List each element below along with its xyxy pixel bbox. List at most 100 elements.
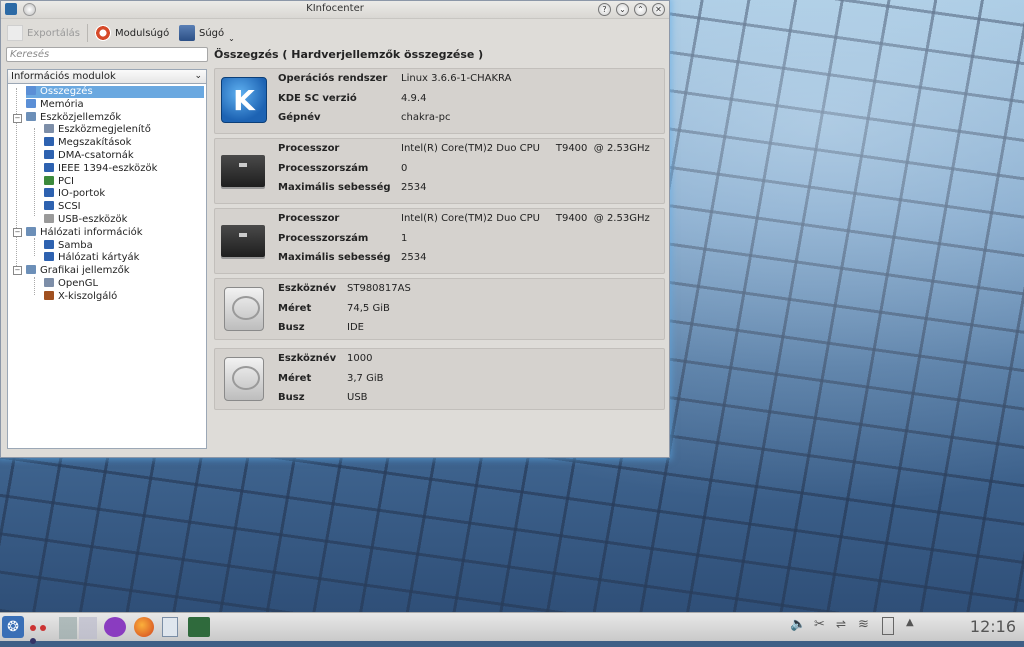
tree-item-label: Samba bbox=[58, 239, 93, 251]
tree-item-label: Összegzés bbox=[40, 86, 93, 97]
module-icon bbox=[44, 252, 54, 262]
volume-icon[interactable]: 🔈 bbox=[790, 617, 806, 635]
tree-item[interactable]: X-kiszolgáló bbox=[44, 290, 118, 303]
module-icon bbox=[44, 137, 54, 147]
info-label: Méret bbox=[278, 302, 312, 314]
activity-switcher-icon[interactable] bbox=[30, 621, 54, 644]
help-book-icon bbox=[179, 25, 195, 41]
chat-icon[interactable] bbox=[104, 617, 126, 637]
info-label: Processzorszám bbox=[278, 162, 369, 174]
info-label: Méret bbox=[278, 372, 312, 384]
module-icon bbox=[26, 265, 36, 275]
kinfocenter-window: KInfocenter ? ⌄ ⌃ ✕ Exportálás Modulsúgó… bbox=[0, 0, 670, 458]
info-label: Eszköznév bbox=[278, 353, 337, 364]
info-value: 1000 bbox=[347, 353, 373, 364]
close-button[interactable]: ✕ bbox=[652, 3, 665, 16]
tree-item[interactable]: USB-eszközök bbox=[44, 214, 127, 226]
tree-item[interactable]: IEEE 1394-eszközök bbox=[44, 162, 157, 175]
tree-item[interactable]: SCSI bbox=[44, 201, 81, 213]
show-hidden-icons-icon[interactable]: ▲ bbox=[906, 617, 918, 635]
module-help-label: Modulsúgó bbox=[115, 27, 170, 39]
toolbar: Exportálás Modulsúgó Súgó ⌄ bbox=[1, 19, 669, 47]
pager-icon[interactable] bbox=[59, 617, 97, 639]
collapse-toggle-icon[interactable]: − bbox=[13, 266, 22, 275]
module-icon bbox=[44, 290, 54, 300]
search-input[interactable]: Keresés bbox=[6, 47, 208, 62]
tree-item-label: Eszközjellemzők bbox=[40, 111, 122, 123]
tree-item[interactable]: Samba bbox=[44, 239, 93, 252]
lifebuoy-icon bbox=[95, 25, 111, 41]
info-label: Eszköznév bbox=[278, 283, 337, 294]
kinfocenter-task-icon[interactable] bbox=[188, 617, 210, 637]
module-help-button[interactable]: Modulsúgó bbox=[95, 23, 169, 43]
chevron-down-icon: ⌄ bbox=[194, 71, 202, 81]
title-bar[interactable]: KInfocenter ? ⌄ ⌃ ✕ bbox=[1, 1, 669, 19]
module-icon bbox=[44, 188, 54, 198]
wifi-icon[interactable]: ≋ bbox=[858, 617, 876, 635]
tree-item-label: Eszközmegjelenítő bbox=[58, 124, 151, 136]
tree-guide-line bbox=[34, 238, 35, 256]
firefox-icon[interactable] bbox=[134, 617, 154, 637]
module-icon bbox=[44, 175, 54, 185]
taskbar: ❂ 🔈 ✂ ⇌ ≋ ▲ 12:16 bbox=[0, 612, 1024, 644]
help-window-button[interactable]: ? bbox=[598, 3, 611, 16]
tree-item[interactable]: OpenGL bbox=[44, 278, 98, 290]
tree-guide-line bbox=[34, 128, 35, 216]
cpu-chip-icon bbox=[221, 217, 267, 263]
usb-device-icon[interactable]: ⇌ bbox=[836, 617, 854, 635]
tree-item[interactable]: IO-portok bbox=[44, 188, 105, 200]
file-manager-icon[interactable] bbox=[162, 617, 178, 637]
tree-item-label: SCSI bbox=[58, 201, 81, 213]
collapse-toggle-icon[interactable]: − bbox=[13, 228, 22, 237]
tree-item[interactable]: Hálózati kártyák bbox=[44, 252, 139, 264]
tree-item[interactable]: Hálózati információk bbox=[26, 226, 143, 239]
minimize-button[interactable]: ⌄ bbox=[616, 3, 629, 16]
tree-item[interactable]: Memória bbox=[26, 98, 84, 111]
export-button[interactable]: Exportálás bbox=[7, 23, 80, 43]
page-title: Összegzés ( Hardverjellemzők összegzése … bbox=[214, 48, 484, 61]
module-icon bbox=[44, 201, 54, 211]
toolbar-separator bbox=[87, 24, 88, 42]
tree-item-label: Grafikai jellemzők bbox=[40, 265, 130, 277]
module-icon bbox=[44, 214, 54, 223]
module-category-select[interactable]: Információs modulok ⌄ bbox=[7, 69, 207, 84]
summary-section: Processzor Intel(R) Core(TM)2 Duo CPU T94… bbox=[214, 208, 665, 274]
summary-section: K Operációs rendszer Linux 3.6.6-1-CHAKRA K… bbox=[214, 68, 665, 134]
info-value: 2534 bbox=[401, 182, 427, 193]
module-icon bbox=[44, 150, 54, 159]
info-value: 3,7 GiB bbox=[347, 372, 384, 384]
info-label: Processzorszám bbox=[278, 232, 369, 244]
tree-item-label: Megszakítások bbox=[58, 137, 132, 149]
tree-item[interactable]: Megszakítások bbox=[44, 137, 131, 149]
tree-item[interactable]: PCI bbox=[44, 175, 74, 188]
battery-icon[interactable] bbox=[882, 617, 894, 635]
help-menu-button[interactable]: Súgó ⌄ bbox=[179, 23, 235, 43]
info-value: USB bbox=[347, 392, 368, 403]
tree-item[interactable]: Összegzés bbox=[26, 86, 204, 98]
export-label: Exportálás bbox=[27, 27, 80, 39]
export-icon bbox=[7, 25, 23, 41]
clock[interactable]: 12:16 bbox=[970, 617, 1016, 636]
tree-item[interactable]: Eszközjellemzők bbox=[26, 111, 122, 124]
chevron-down-icon: ⌄ bbox=[228, 33, 235, 43]
tree-item[interactable]: DMA-csatornák bbox=[44, 150, 134, 162]
hard-disk-icon bbox=[221, 287, 267, 333]
tree-item-label: IO-portok bbox=[58, 188, 106, 200]
module-icon bbox=[26, 111, 36, 121]
info-label: Maximális sebesség bbox=[278, 182, 391, 193]
info-value: 74,5 GiB bbox=[347, 302, 390, 314]
info-value: 2534 bbox=[401, 252, 427, 263]
tree-item-label: X-kiszolgáló bbox=[58, 290, 118, 302]
tree-item[interactable]: Eszközmegjelenítő bbox=[44, 124, 151, 136]
info-value: 1 bbox=[401, 232, 408, 244]
kde-logo-icon: K bbox=[221, 77, 267, 123]
info-label: Gépnév bbox=[278, 112, 321, 123]
application-launcher-icon[interactable]: ❂ bbox=[2, 616, 24, 638]
collapse-toggle-icon[interactable]: − bbox=[13, 114, 22, 123]
maximize-button[interactable]: ⌃ bbox=[634, 3, 647, 16]
tree-item-label: DMA-csatornák bbox=[58, 150, 134, 161]
tree-item[interactable]: Grafikai jellemzők bbox=[26, 265, 130, 277]
module-icon bbox=[44, 162, 54, 172]
info-value: ST980817AS bbox=[347, 283, 411, 294]
clipboard-icon[interactable]: ✂ bbox=[814, 617, 828, 635]
